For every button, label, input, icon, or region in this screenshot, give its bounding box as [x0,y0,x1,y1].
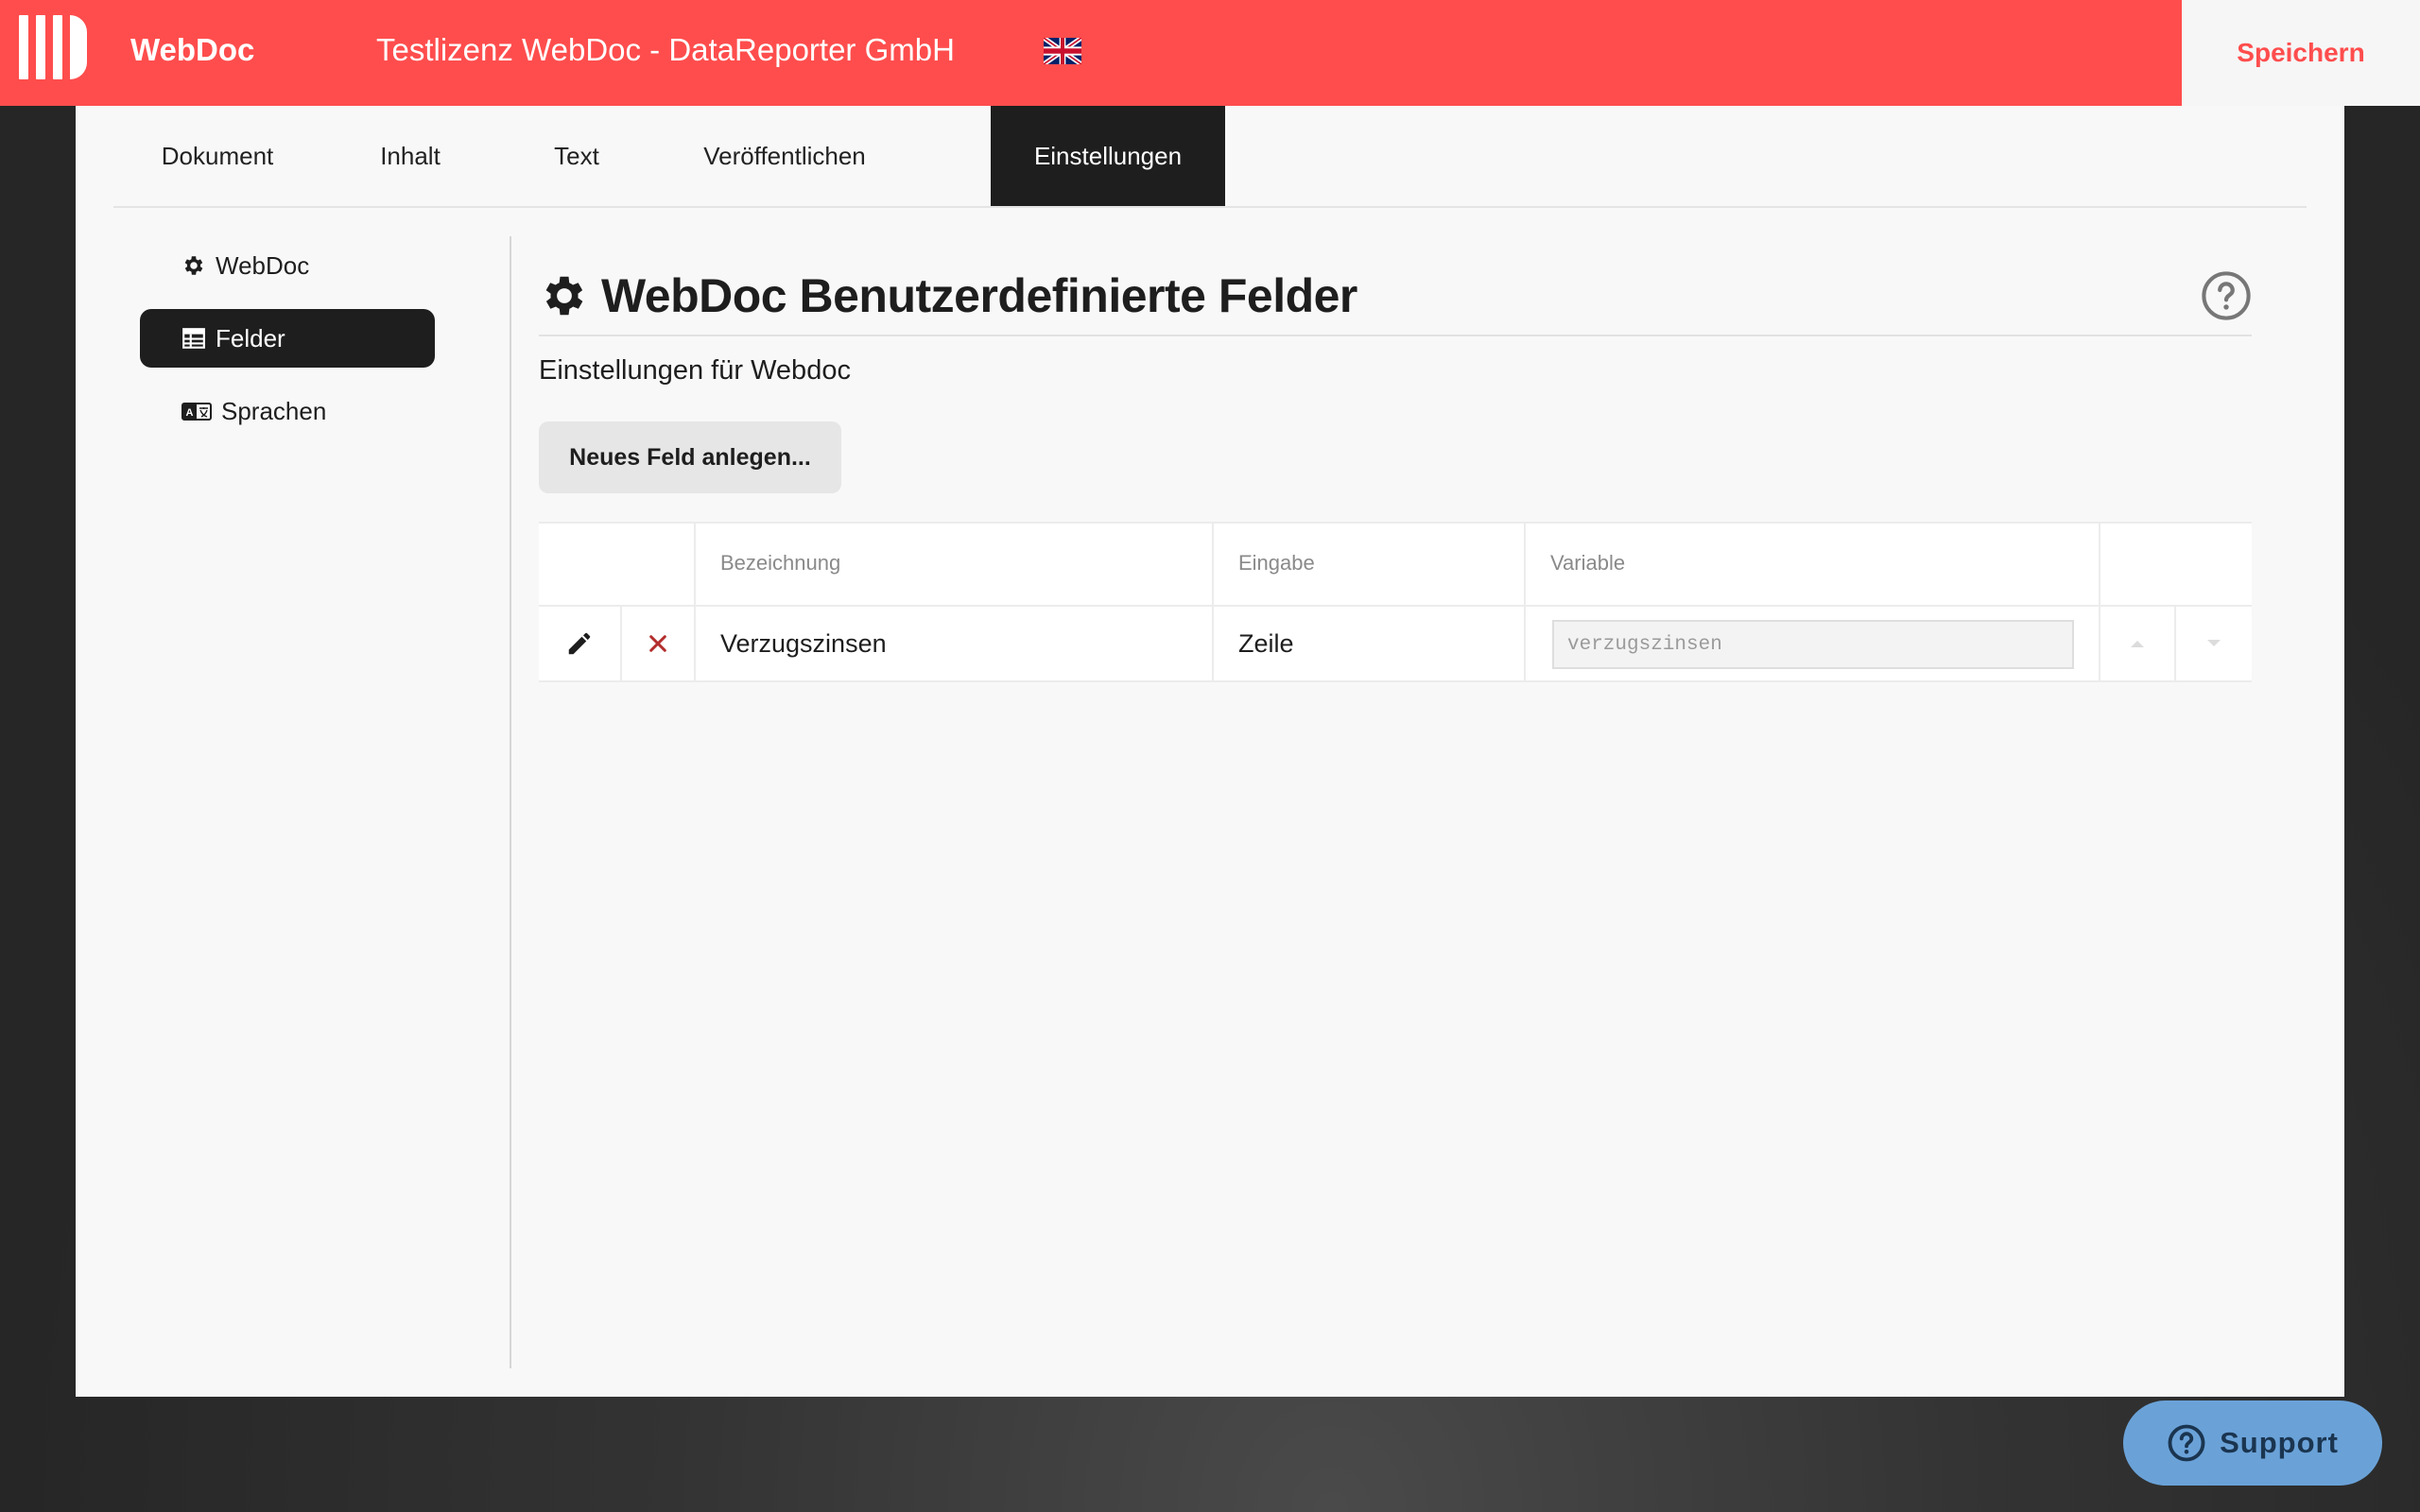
svg-text:A: A [186,407,194,419]
sidebar-item-webdoc[interactable]: WebDoc [140,236,435,295]
fields-table: Bezeichnung Eingabe Variable Verzugszins… [539,522,2252,682]
top-bar: WebDoc Testlizenz WebDoc - DataReporter … [0,0,2420,106]
move-down-button[interactable] [2176,607,2252,680]
close-icon [649,635,666,652]
gear-icon [184,256,203,275]
table-icon [182,328,205,349]
save-button[interactable]: Speichern [2182,0,2420,106]
caret-down-icon [2207,640,2221,646]
app-logo-icon [19,15,98,79]
variable-field[interactable] [1552,620,2074,669]
table-border [539,680,2252,682]
page-title: WebDoc Benutzerdefinierte Felder [601,269,1357,322]
uk-flag-icon[interactable] [1044,38,1081,64]
language-icon: A [182,403,212,421]
column-header-bezeichnung: Bezeichnung [720,551,841,575]
license-title: Testlizenz WebDoc - DataReporter GmbH [376,32,955,67]
main-panel: Dokument Inhalt Text Veröffentlichen Ein… [76,106,2344,1397]
tab-dokument[interactable]: Dokument [113,106,321,206]
cell-bezeichnung: Verzugszinsen [720,628,887,658]
sidebar-item-felder[interactable]: Felder [140,309,435,368]
sidebar-divider [510,236,511,1368]
cell-eingabe: Zeile [1238,628,1294,658]
tab-inhalt[interactable]: Inhalt [321,106,499,206]
page-subtitle: Einstellungen für Webdoc [539,355,851,386]
caret-up-icon [2131,641,2144,647]
new-field-button[interactable]: Neues Feld anlegen... [539,421,841,493]
title-row: WebDoc Benutzerdefinierte Felder [539,248,2252,336]
sidebar-item-label: Felder [216,323,285,352]
support-label: Support [2220,1426,2339,1459]
move-up-button[interactable] [2100,607,2174,680]
tab-bar: Dokument Inhalt Text Veröffentlichen Ein… [113,106,2307,208]
tab-text[interactable]: Text [499,106,654,206]
support-button[interactable]: Support [2123,1400,2382,1486]
sidebar-item-label: WebDoc [216,250,310,280]
column-header-eingabe: Eingabe [1238,551,1315,575]
tab-veroeffentlichen[interactable]: Veröffentlichen [654,106,915,206]
column-header-variable: Variable [1550,551,1626,575]
app-name: WebDoc [130,32,255,67]
tab-einstellungen[interactable]: Einstellungen [991,106,1225,206]
pencil-icon [568,632,591,655]
edit-button[interactable] [539,607,620,680]
help-icon [2168,1424,2205,1462]
sidebar-item-sprachen[interactable]: A Sprachen [140,382,435,440]
gear-icon [545,276,583,316]
help-icon[interactable] [2201,270,2252,321]
delete-button[interactable] [622,607,694,680]
sidebar-item-label: Sprachen [221,396,327,425]
